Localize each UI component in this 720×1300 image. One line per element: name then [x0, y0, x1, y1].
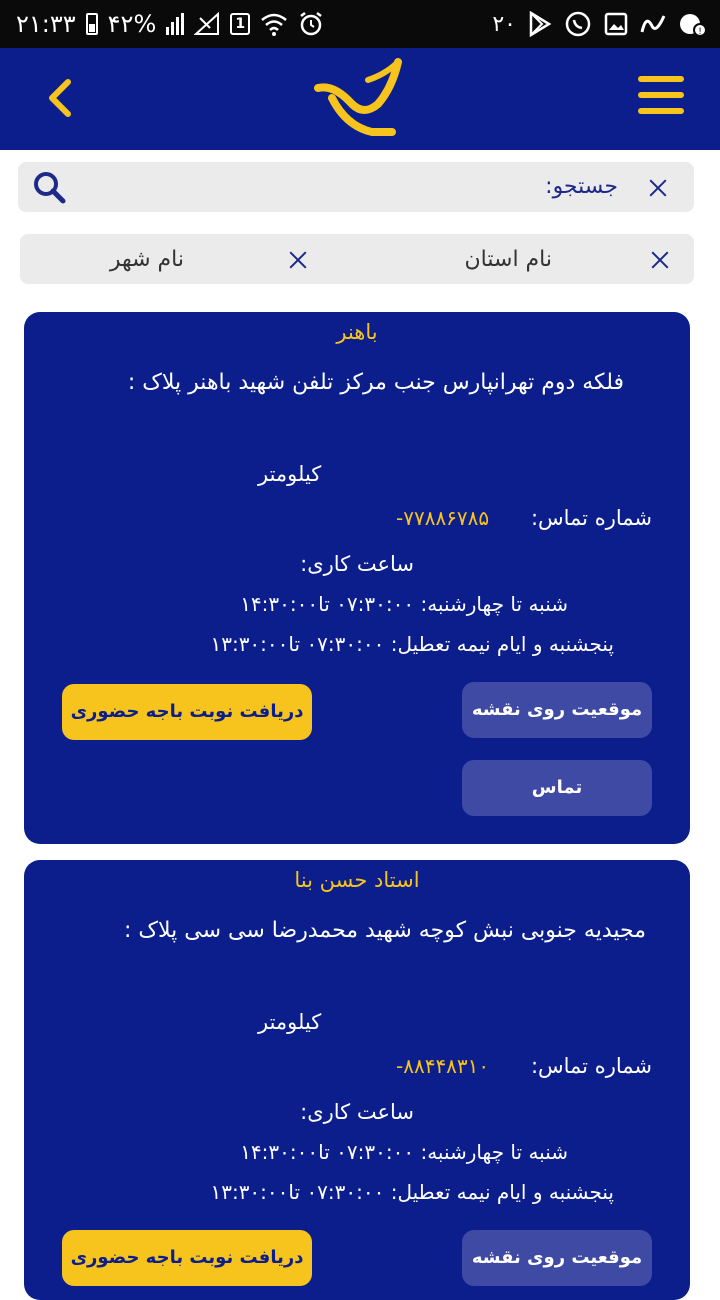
- svg-text:!: !: [698, 27, 702, 37]
- status-bar-left: ۲۱:۳۳ ۴۲% 1: [16, 0, 324, 48]
- distance-label: کیلومتر: [258, 462, 322, 486]
- play-store-icon: [528, 11, 552, 37]
- post-logo-icon: [312, 54, 408, 140]
- office-address: فلکه دوم تهرانپارس جنب مرکز تلفن شهید با…: [127, 370, 624, 395]
- chevron-left-icon: [49, 79, 71, 117]
- hours-weekday: شنبه تا چهارشنبه: ۰۷:۳۰:۰۰ تا۱۴:۳۰:۰۰: [240, 1140, 568, 1164]
- app-header: [0, 48, 720, 150]
- office-address: مجیدیه جنوبی نبش کوچه شهید محمدرضا سی سی…: [123, 918, 646, 943]
- hours-title: ساعت کاری:: [300, 1100, 414, 1124]
- distance-label: کیلومتر: [258, 1010, 322, 1034]
- hours-weekday: شنبه تا چهارشنبه: ۰۷:۳۰:۰۰ تا۱۴:۳۰:۰۰: [240, 592, 568, 616]
- status-bar-right: ۲۰ !: [492, 0, 706, 48]
- office-name: استاد حسن بنا: [294, 868, 420, 892]
- search-input[interactable]: جستجو:: [545, 162, 618, 212]
- alarm-icon: [298, 11, 324, 37]
- no-signal-icon: [194, 12, 220, 36]
- clear-city-icon[interactable]: [288, 250, 308, 270]
- appointment-button[interactable]: دریافت نوبت باجه حضوری: [62, 684, 312, 740]
- wifi-icon: [260, 12, 288, 36]
- location-filter-bar: نام استان نام شهر: [20, 234, 694, 284]
- office-card: استاد حسن بنا مجیدیه جنوبی نبش کوچه شهید…: [24, 860, 690, 1300]
- search-bar[interactable]: جستجو:: [18, 162, 694, 212]
- hamburger-menu-icon[interactable]: [638, 76, 684, 122]
- notification-count: ۲۰: [492, 11, 516, 37]
- office-card: باهنر فلکه دوم تهرانپارس جنب مرکز تلفن ش…: [24, 312, 690, 844]
- battery-icon: [85, 13, 98, 35]
- map-location-button[interactable]: موقعیت روی نقشه: [462, 1230, 652, 1286]
- back-button[interactable]: [38, 74, 86, 122]
- search-icon[interactable]: [32, 170, 66, 204]
- hours-thursday: پنجشنبه و ایام نیمه تعطیل: ۰۷:۳۰:۰۰ تا۱۳…: [210, 632, 614, 656]
- phone-label: شماره تماس:: [530, 1054, 652, 1078]
- phone-value[interactable]: -۷۷۸۸۶۷۸۵: [396, 506, 489, 530]
- clear-search-icon[interactable]: [648, 178, 668, 198]
- notification-icon: !: [678, 11, 706, 37]
- phone-label: شماره تماس:: [530, 506, 652, 530]
- hours-title: ساعت کاری:: [300, 552, 414, 576]
- call-button[interactable]: تماس: [462, 760, 652, 816]
- gallery-icon: [604, 12, 628, 36]
- app-icon: [640, 12, 666, 36]
- status-bar: ۲۱:۳۳ ۴۲% 1 ۲۰ !: [0, 0, 720, 48]
- appointment-button[interactable]: دریافت نوبت باجه حضوری: [62, 1230, 312, 1286]
- clock: ۲۱:۳۳: [16, 10, 76, 38]
- battery-percent: ۴۲%: [107, 10, 157, 38]
- city-select[interactable]: نام شهر: [110, 234, 184, 284]
- whatsapp-icon: [564, 10, 592, 38]
- hours-thursday: پنجشنبه و ایام نیمه تعطیل: ۰۷:۳۰:۰۰ تا۱۳…: [210, 1180, 614, 1204]
- signal-icon: [166, 13, 185, 35]
- phone-value[interactable]: -۸۸۴۴۸۳۱۰: [396, 1054, 489, 1078]
- sim-icon: 1: [230, 13, 251, 35]
- clear-province-icon[interactable]: [650, 250, 670, 270]
- office-name: باهنر: [336, 320, 378, 344]
- province-select[interactable]: نام استان: [465, 234, 552, 284]
- map-location-button[interactable]: موقعیت روی نقشه: [462, 682, 652, 738]
